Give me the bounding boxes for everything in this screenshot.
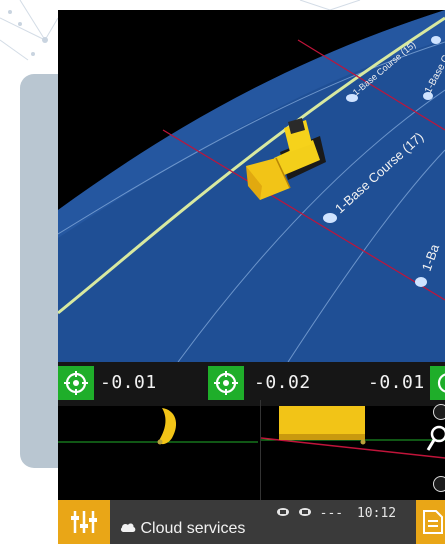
crosshair-target-icon: [437, 373, 445, 393]
right-blade-profile: [261, 406, 445, 459]
3d-site-view[interactable]: 1-Base Course (15) 1-Base Course (17) 1-…: [58, 10, 445, 362]
menu-button[interactable]: [58, 500, 110, 544]
zoom-out-button[interactable]: [433, 476, 445, 492]
magnifier-icon[interactable]: [426, 424, 445, 454]
center-sensor: -0.02: [208, 366, 338, 400]
left-sensor-value: -0.01: [100, 372, 157, 393]
signal-indicator: ---: [319, 506, 344, 521]
left-blade-profile: [58, 408, 258, 445]
crosshair-target-icon: [214, 371, 238, 395]
right-sensor-value: -0.01: [368, 372, 425, 393]
right-sensor: -0.01: [364, 366, 445, 400]
sliders-menu-icon: [71, 511, 97, 533]
satellite-icon: [277, 508, 289, 516]
satellite-icon: [298, 508, 311, 516]
target-button-left[interactable]: [58, 366, 94, 400]
target-button-right[interactable]: [430, 366, 445, 400]
left-sensor: -0.01: [58, 366, 178, 400]
bottom-status-bar: --- 10:12 Cloud services: [58, 500, 445, 544]
cloud-icon: [120, 523, 136, 532]
clock: 10:12: [356, 506, 397, 521]
zoom-in-button[interactable]: [433, 404, 445, 420]
document-button[interactable]: [416, 500, 445, 544]
machine-control-screen: 1-Base Course (15) 1-Base Course (17) 1-…: [58, 10, 445, 544]
center-sensor-value: -0.02: [254, 372, 311, 393]
document-icon: [423, 510, 443, 534]
status-indicators: --- 10:12: [276, 506, 396, 521]
cloud-services[interactable]: Cloud services: [120, 520, 245, 538]
cloud-services-label: Cloud services: [140, 520, 246, 537]
crosshair-target-icon: [64, 371, 88, 395]
target-button-center[interactable]: [208, 366, 244, 400]
